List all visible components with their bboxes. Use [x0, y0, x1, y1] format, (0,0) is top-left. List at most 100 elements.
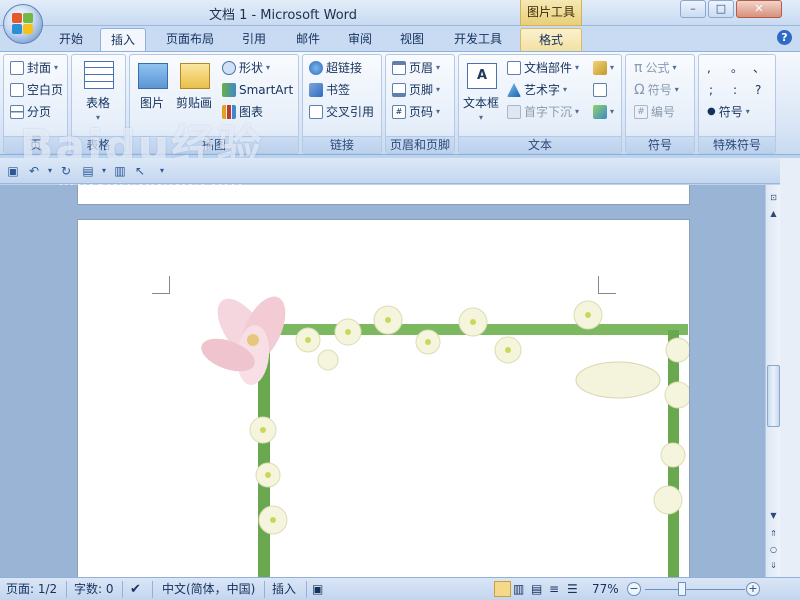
blank-page-label: 空白页 — [27, 83, 64, 97]
page-break-button[interactable]: 分页 — [10, 102, 51, 122]
signature-line-icon — [593, 61, 607, 75]
tab-insert[interactable]: 插入 — [100, 28, 146, 51]
tab-review[interactable]: 审阅 — [338, 28, 382, 51]
bookmark-icon — [309, 83, 323, 97]
special-char-period[interactable]: 。 — [731, 58, 743, 78]
textbox-label: 文本框 — [463, 96, 500, 110]
group-text: A 文本框 ▾ 文档部件 ▾ 艺术字 ▾ 首字下沉 ▾ ▾ ▾ 文本 — [458, 54, 622, 154]
draft-view-icon[interactable]: ☰ — [566, 581, 583, 597]
textbox-button[interactable]: 文本框 — [463, 93, 499, 113]
undo-icon[interactable]: ↶ — [26, 163, 42, 179]
header-button[interactable]: 页眉 ▾ — [392, 58, 440, 78]
textbox-dropdown-icon[interactable]: ▾ — [479, 113, 483, 122]
redo-icon[interactable]: ↻ — [58, 163, 74, 179]
proofing-icon[interactable]: ✔ — [130, 581, 141, 598]
shapes-icon — [222, 61, 236, 75]
zoom-level[interactable]: 77% — [592, 581, 619, 598]
scroll-thumb[interactable] — [767, 365, 780, 427]
special-symbol-button[interactable]: ● 符号 ▾ — [707, 102, 750, 122]
pi-icon: π — [634, 60, 643, 76]
table-label: 表格 — [86, 96, 111, 110]
footer-button[interactable]: 页脚 ▾ — [392, 80, 440, 100]
zoom-out-icon[interactable]: − — [627, 582, 641, 596]
close-button[interactable]: ✕ — [736, 0, 782, 18]
previous-page-icon[interactable]: ⇑ — [767, 527, 780, 541]
quick-parts-icon — [507, 61, 521, 75]
group-special-symbols-label: 特殊符号 — [699, 136, 775, 153]
drop-cap-label: 首字下沉 — [524, 105, 573, 119]
chart-button[interactable]: 图表 — [222, 102, 263, 122]
tab-references[interactable]: 引用 — [232, 28, 276, 51]
office-button[interactable] — [3, 4, 43, 44]
bookmark-button[interactable]: 书签 — [309, 80, 350, 100]
tab-format[interactable]: 格式 — [520, 28, 582, 51]
save-icon[interactable]: ▣ — [5, 163, 21, 179]
page-1[interactable] — [77, 185, 690, 205]
tab-mailings[interactable]: 邮件 — [286, 28, 330, 51]
header-label: 页眉 — [409, 61, 434, 75]
tab-page-layout[interactable]: 页面布局 — [160, 28, 220, 51]
page-number-button[interactable]: # 页码 ▾ — [392, 102, 440, 122]
table-dropdown-icon[interactable]: ▾ — [96, 113, 100, 122]
new-dropdown-icon[interactable]: ▾ — [96, 163, 112, 179]
tab-developer[interactable]: 开发工具 — [446, 28, 510, 51]
customize-toolbar-icon[interactable]: ▾ — [154, 163, 170, 179]
symbol-button[interactable]: Ω 符号 ▾ — [634, 80, 679, 100]
chart-label: 图表 — [239, 105, 264, 119]
word-count-status[interactable]: 字数: 0 — [74, 581, 114, 598]
scroll-up-icon[interactable]: ▲ — [767, 207, 780, 221]
flower-frame-image[interactable] — [78, 220, 690, 577]
smartart-button[interactable]: SmartArt — [222, 80, 293, 100]
macro-record-icon[interactable]: ▣ — [312, 581, 323, 598]
table-button[interactable]: 表格 — [86, 93, 110, 113]
scroll-down-icon[interactable]: ▼ — [767, 509, 780, 523]
undo-dropdown-icon[interactable]: ▾ — [42, 163, 58, 179]
zoom-slider-thumb[interactable] — [678, 582, 686, 596]
vertical-scrollbar[interactable]: ⊡ ▲ ▼ ⇑ ○ ⇓ — [765, 185, 780, 577]
print-preview-icon[interactable]: ▥ — [112, 163, 128, 179]
date-time-button[interactable] — [593, 80, 607, 100]
new-document-icon[interactable]: ▤ — [80, 163, 96, 179]
special-char-semicolon[interactable]: ; — [709, 80, 713, 100]
picture-button[interactable]: 图片 — [140, 93, 164, 113]
quick-parts-button[interactable]: 文档部件 ▾ — [507, 58, 579, 78]
tab-view[interactable]: 视图 — [390, 28, 434, 51]
page-2[interactable] — [77, 219, 690, 577]
drop-cap-button[interactable]: 首字下沉 ▾ — [507, 102, 579, 122]
page-count-status[interactable]: 页面: 1/2 — [6, 581, 57, 598]
hyperlink-button[interactable]: 超链接 — [309, 58, 362, 78]
clipart-button[interactable]: 剪贴画 — [176, 93, 212, 113]
tab-home[interactable]: 开始 — [50, 28, 92, 51]
zoom-slider-track[interactable] — [645, 589, 745, 590]
wordart-button[interactable]: 艺术字 ▾ — [507, 80, 567, 100]
special-char-colon[interactable]: : — [733, 80, 737, 100]
cross-reference-button[interactable]: 交叉引用 — [309, 102, 374, 122]
select-browse-object-icon[interactable]: ○ — [767, 543, 780, 557]
web-layout-icon[interactable]: ▤ — [530, 581, 547, 597]
ruler-toggle-icon[interactable]: ⊡ — [767, 191, 780, 205]
special-char-comma[interactable]: , — [707, 58, 711, 78]
header-icon — [392, 61, 406, 75]
special-char-question[interactable]: ? — [755, 80, 761, 100]
insert-mode-status[interactable]: 插入 — [272, 581, 296, 598]
equation-button[interactable]: π 公式 ▾ — [634, 58, 676, 78]
language-status[interactable]: 中文(简体，中国) — [162, 581, 255, 598]
zoom-in-icon[interactable]: + — [746, 582, 760, 596]
next-page-icon[interactable]: ⇓ — [767, 559, 780, 573]
object-button[interactable]: ▾ — [593, 102, 614, 122]
select-pointer-icon[interactable]: ↖ — [132, 163, 148, 179]
shapes-button[interactable]: 形状 ▾ — [222, 58, 270, 78]
signature-line-button[interactable]: ▾ — [593, 58, 614, 78]
cover-page-button[interactable]: 封面 ▾ — [10, 58, 58, 78]
outline-view-icon[interactable]: ≡ — [548, 581, 565, 597]
full-screen-reading-icon[interactable]: ▥ — [512, 581, 529, 597]
print-layout-view-icon[interactable] — [494, 581, 511, 597]
numbering-button[interactable]: # 编号 — [634, 102, 675, 122]
special-char-enum-comma[interactable]: 、 — [753, 58, 765, 78]
maximize-button[interactable]: □ — [708, 0, 734, 18]
document-area[interactable] — [0, 185, 765, 577]
blank-page-button[interactable]: 空白页 — [10, 80, 63, 100]
right-edge-strip — [780, 158, 800, 578]
minimize-button[interactable]: – — [680, 0, 706, 18]
help-icon[interactable]: ? — [777, 30, 792, 45]
